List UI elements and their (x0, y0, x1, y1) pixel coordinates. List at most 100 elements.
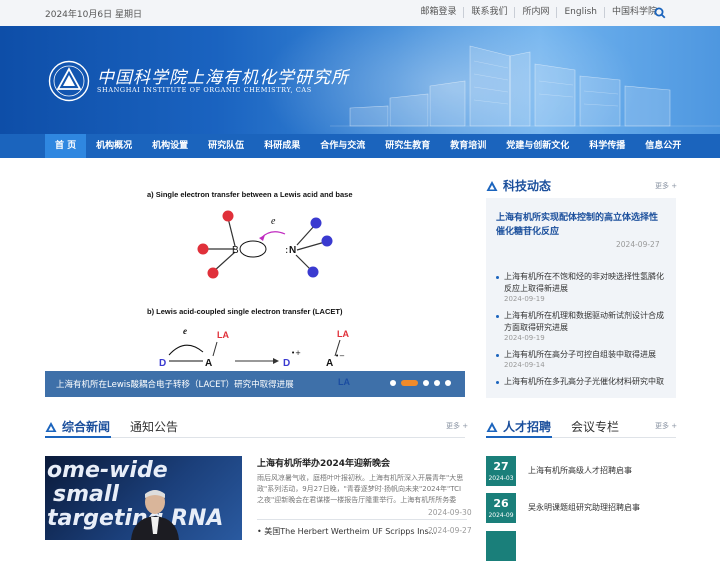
headline-date: 2024-09-30 (428, 508, 472, 517)
list-item-title: 美国The Herbert Wertheim UF Scripps Ins... (264, 527, 437, 536)
news-image[interactable]: ome-wide small targeting RNA (45, 456, 242, 540)
job-item[interactable] (486, 531, 676, 567)
science-more-link[interactable]: 更多 + (655, 181, 677, 191)
image-text-1: ome-wide (47, 458, 168, 483)
list-item-title: 上海有机所在不饱和烃的非对映选择性氢膦化反应上取得新进展 (504, 272, 664, 293)
nav-item-structure[interactable]: 机构设置 (142, 134, 198, 158)
list-item[interactable]: • 美国The Herbert Wertheim UF Scripps Ins.… (257, 526, 436, 537)
bullet-icon: • (257, 527, 262, 536)
list-item-date: 2024-09-27 (428, 526, 472, 535)
top-link-intranet[interactable]: 所内网 (514, 7, 556, 18)
label-d2: D (283, 358, 290, 369)
top-link-english[interactable]: English (556, 7, 604, 18)
slider-dot-1[interactable] (390, 380, 396, 386)
list-item[interactable]: 上海有机所在多孔高分子光催化材料研究中取得进展 2024-09-13 (496, 376, 671, 389)
header-banner: 中国科学院上海有机化学研究所 SHANGHAI INSTITUTE OF ORG… (0, 26, 720, 134)
science-feature-title[interactable]: 上海有机所实现配体控制的高立体选择性催化糖苷化反应 (496, 211, 666, 239)
list-item[interactable]: 上海有机所在机理和数据驱动新试剂设计合成方面取得研究进展 2024-09-19 (496, 310, 671, 342)
news-slider[interactable]: a) Single electron transfer between a Le… (45, 172, 465, 397)
bullet-icon (496, 381, 499, 384)
slide-diagram: a) Single electron transfer between a Le… (147, 190, 353, 387)
triangle-icon (486, 421, 498, 432)
diagram-title-b: b) Lewis acid-coupled single electron tr… (147, 307, 343, 316)
atom-blue-1 (310, 217, 322, 229)
svg-text:•−: •− (335, 352, 345, 360)
label-a2: A (326, 358, 333, 369)
divider (257, 519, 467, 520)
slide-caption-bar: 上海有机所在Lewis酸耦合电子转移（LACET）研究中取得进展 (45, 371, 465, 397)
science-news-heading: 科技动态 (486, 177, 551, 194)
bullet-icon (496, 354, 499, 357)
nav-item-cooperation[interactable]: 合作与交流 (310, 134, 375, 158)
slider-dot-5[interactable] (445, 380, 451, 386)
job-item[interactable]: 26 2024-09 吴永明课题组研究助理招聘启事 (486, 493, 676, 529)
triangle-icon (486, 180, 498, 191)
nav-item-disclosure[interactable]: 信息公开 (635, 134, 691, 158)
jobs-more-link[interactable]: 更多 + (655, 421, 677, 431)
science-news-list: 上海有机所在不饱和烃的非对映选择性氢膦化反应上取得新进展 2024-09-19 … (496, 271, 671, 389)
recruitment-heading: 人才招聘 (486, 418, 551, 435)
tab-underline (45, 436, 111, 438)
tab-underline (486, 436, 552, 438)
atom-red-3 (207, 267, 219, 279)
atom-blue-2 (321, 235, 333, 247)
headline-title[interactable]: 上海有机所举办2024年迎新晚会 (257, 456, 390, 469)
label-n: N (289, 245, 296, 256)
top-link-mail-login[interactable]: 邮箱登录 (413, 7, 463, 18)
list-item[interactable]: 上海有机所在不饱和烃的非对映选择性氢膦化反应上取得新进展 2024-09-19 (496, 271, 671, 303)
job-date-badge (486, 531, 516, 561)
top-bar: 2024年10月6日 星期日 邮箱登录 联系我们 所内网 English 中国科… (0, 0, 720, 26)
current-date: 2024年10月6日 星期日 (45, 10, 142, 20)
institute-logo (48, 60, 90, 102)
speaker-figure (131, 490, 179, 540)
slider-dot-4[interactable] (434, 380, 440, 386)
job-date-badge: 26 2024-09 (486, 493, 516, 523)
image-text-2: small (53, 482, 119, 507)
site-title-cn: 中国科学院上海有机化学研究所 (97, 68, 349, 88)
nav-item-science-comm[interactable]: 科学传播 (579, 134, 635, 158)
nav-item-team[interactable]: 研究队伍 (198, 134, 254, 158)
general-news-heading: 综合新闻 (45, 418, 110, 435)
science-news-panel: 上海有机所实现配体控制的高立体选择性催化糖苷化反应 2024-09-27 上海有… (486, 198, 676, 398)
diagram-title-a: a) Single electron transfer between a Le… (147, 190, 353, 199)
label-la-2: LA (337, 329, 349, 339)
list-item-date: 2024-09-19 (504, 334, 545, 342)
triangle-icon (45, 421, 57, 432)
slider-dot-3[interactable] (423, 380, 429, 386)
buildings-illustration (330, 45, 720, 127)
news-more-link[interactable]: 更多 + (446, 421, 468, 431)
tab-recruitment[interactable]: 人才招聘 (503, 418, 551, 435)
nav-item-training[interactable]: 教育培训 (440, 134, 496, 158)
job-title: 吴永明课题组研究助理招聘启事 (528, 503, 640, 512)
main-nav: 首 页 机构概况 机构设置 研究队伍 科研成果 合作与交流 研究生教育 教育培训… (0, 134, 720, 158)
label-a: A (205, 358, 212, 369)
atom-red-2 (197, 243, 209, 255)
science-feature-date: 2024-09-27 (616, 240, 660, 249)
nav-item-home[interactable]: 首 页 (45, 134, 87, 158)
list-item-date: 2024-09-14 (504, 361, 545, 369)
bullet-icon (496, 315, 499, 318)
job-day: 27 (493, 460, 509, 473)
job-title: 上海有机所高级人才招聘启事 (528, 466, 632, 475)
list-item-title: 上海有机所在多孔高分子光催化材料研究中取得进展 (504, 377, 664, 386)
top-link-contact[interactable]: 联系我们 (463, 7, 514, 18)
nav-item-party-culture[interactable]: 党建与创新文化 (496, 134, 579, 158)
bullet-icon (496, 276, 499, 279)
label-d: D (159, 358, 166, 369)
slide-caption[interactable]: 上海有机所在Lewis酸耦合电子转移（LACET）研究中取得进展 (56, 378, 294, 390)
list-item-date: 2024-09-19 (504, 295, 545, 303)
nav-item-overview[interactable]: 机构概况 (86, 134, 142, 158)
tab-conferences[interactable]: 会议专栏 (571, 418, 619, 435)
nav-item-achievements[interactable]: 科研成果 (254, 134, 310, 158)
slider-dot-2[interactable] (401, 380, 418, 386)
job-item[interactable]: 27 2024-03 上海有机所高级人才招聘启事 (486, 456, 676, 492)
tab-general-news[interactable]: 综合新闻 (62, 418, 110, 435)
search-icon[interactable] (654, 6, 666, 20)
label-b: B (232, 245, 239, 256)
job-date-badge: 27 2024-03 (486, 456, 516, 486)
tab-notices[interactable]: 通知公告 (130, 418, 178, 435)
list-item[interactable]: 上海有机所在高分子可控自组装中取得进展 2024-09-14 (496, 349, 671, 369)
nav-item-graduate[interactable]: 研究生教育 (375, 134, 440, 158)
list-item-title: 上海有机所在高分子可控自组装中取得进展 (504, 350, 656, 359)
science-news-title[interactable]: 科技动态 (503, 177, 551, 194)
